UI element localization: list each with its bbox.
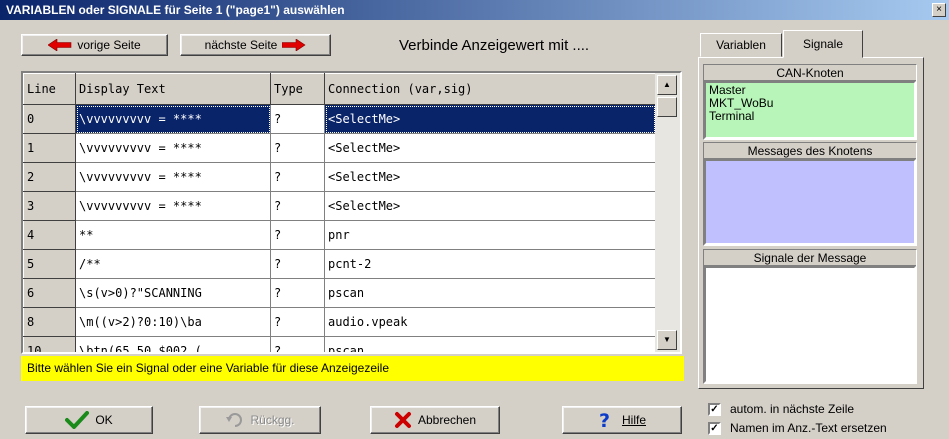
row-line-number[interactable]: 10	[23, 336, 76, 352]
cancel-button[interactable]: Abbrechen	[370, 406, 500, 434]
row-type[interactable]: ?	[270, 249, 325, 279]
row-type[interactable]: ?	[270, 307, 325, 337]
row-type[interactable]: ?	[270, 191, 325, 221]
column-header-type[interactable]: Type	[270, 73, 325, 105]
column-header-connection[interactable]: Connection (var,sig)	[324, 73, 656, 105]
next-page-label: nächste Seite	[204, 38, 278, 52]
arrow-right-icon	[282, 39, 306, 51]
row-connection[interactable]: <SelectMe>	[324, 162, 656, 192]
row-connection[interactable]: <SelectMe>	[324, 104, 656, 134]
undo-icon	[226, 413, 243, 427]
help-button[interactable]: ? Hilfe	[562, 406, 682, 434]
ok-button[interactable]: OK	[25, 406, 153, 434]
scroll-down-icon[interactable]: ▼	[657, 330, 677, 350]
replace-names-label: Namen im Anz.-Text ersetzen	[730, 421, 887, 435]
row-type[interactable]: ?	[270, 336, 325, 352]
checkmark-icon	[65, 411, 90, 429]
row-display-text[interactable]: \btn(65,50,$002,(	[75, 336, 271, 352]
message-signals-list[interactable]	[704, 266, 916, 383]
row-type[interactable]: ?	[270, 220, 325, 250]
undo-label: Rückgg.	[250, 413, 295, 427]
table-row[interactable]: 8 \m((v>2)?0:10)\ba ? audio.vpeak	[23, 307, 656, 337]
scroll-thumb[interactable]	[657, 97, 677, 117]
row-line-number[interactable]: 0	[23, 104, 76, 134]
question-mark-icon: ?	[599, 410, 610, 430]
row-display-text[interactable]: \vvvvvvvvv = ****	[75, 162, 271, 192]
row-line-number[interactable]: 2	[23, 162, 76, 192]
row-display-text[interactable]: \vvvvvvvvv = ****	[75, 133, 271, 163]
row-line-number[interactable]: 3	[23, 191, 76, 221]
auto-next-line-checkbox[interactable]: ✓	[708, 402, 721, 416]
row-display-text[interactable]: **	[75, 220, 271, 250]
row-connection[interactable]: <SelectMe>	[324, 133, 656, 163]
close-icon[interactable]: ×	[932, 3, 946, 17]
row-type[interactable]: ?	[270, 162, 325, 192]
line-grid[interactable]: Line Display Text Type Connection (var,s…	[21, 71, 682, 354]
cancel-x-icon	[394, 412, 411, 428]
node-messages-group: Messages des Knotens	[703, 142, 917, 246]
table-row[interactable]: 3 \vvvvvvvvv = **** ? <SelectMe>	[23, 191, 656, 221]
row-connection[interactable]: pscan	[324, 336, 656, 352]
list-item[interactable]: Terminal	[709, 110, 914, 123]
can-nodes-list[interactable]: Master MKT_WoBu Terminal	[704, 81, 916, 139]
node-messages-title: Messages des Knotens	[704, 143, 916, 159]
next-page-button[interactable]: nächste Seite	[180, 34, 331, 56]
cancel-label: Abbrechen	[417, 413, 477, 427]
row-display-text[interactable]: \vvvvvvvvv = ****	[75, 104, 271, 134]
row-line-number[interactable]: 5	[23, 249, 76, 279]
can-nodes-group: CAN-Knoten Master MKT_WoBu Terminal	[703, 64, 917, 140]
row-display-text[interactable]: \m((v>2)?0:10)\ba	[75, 307, 271, 337]
row-line-number[interactable]: 6	[23, 278, 76, 308]
row-connection[interactable]: pcnt-2	[324, 249, 656, 279]
table-row[interactable]: 4 ** ? pnr	[23, 220, 656, 250]
replace-names-option[interactable]: ✓ Namen im Anz.-Text ersetzen	[708, 421, 887, 435]
window-title: VARIABLEN oder SIGNALE für Seite 1 ("pag…	[6, 3, 345, 17]
tab-variablen[interactable]: Variablen	[700, 33, 782, 57]
table-row[interactable]: 6 \s(v>0)?"SCANNING ? pscan	[23, 278, 656, 308]
row-connection[interactable]: <SelectMe>	[324, 191, 656, 221]
previous-page-label: vorige Seite	[77, 38, 141, 52]
row-type[interactable]: ?	[270, 278, 325, 308]
node-messages-list[interactable]	[704, 159, 916, 245]
table-row[interactable]: 1 \vvvvvvvvv = **** ? <SelectMe>	[23, 133, 656, 163]
row-line-number[interactable]: 8	[23, 307, 76, 337]
row-connection[interactable]: pnr	[324, 220, 656, 250]
column-header-line[interactable]: Line	[23, 73, 76, 105]
table-header-row: Line Display Text Type Connection (var,s…	[23, 73, 656, 105]
arrow-left-icon	[48, 39, 72, 51]
replace-names-checkbox[interactable]: ✓	[708, 421, 721, 435]
row-display-text[interactable]: \s(v>0)?"SCANNING	[75, 278, 271, 308]
auto-next-line-option[interactable]: ✓ autom. in nächste Zeile	[708, 402, 854, 416]
row-connection[interactable]: audio.vpeak	[324, 307, 656, 337]
column-header-display-text[interactable]: Display Text	[75, 73, 271, 105]
table-row[interactable]: 2 \vvvvvvvvv = **** ? <SelectMe>	[23, 162, 656, 192]
previous-page-button[interactable]: vorige Seite	[21, 34, 168, 56]
message-signals-group: Signale der Message	[703, 249, 917, 384]
auto-next-line-label: autom. in nächste Zeile	[730, 402, 855, 416]
line-table: Line Display Text Type Connection (var,s…	[23, 73, 656, 352]
table-row[interactable]: 0 \vvvvvvvvv = **** ? <SelectMe>	[23, 104, 656, 134]
row-connection[interactable]: pscan	[324, 278, 656, 308]
tab-signale[interactable]: Signale	[783, 30, 863, 58]
ok-label: OK	[95, 413, 113, 427]
svg-text:?: ?	[599, 410, 610, 430]
message-signals-title: Signale der Message	[704, 250, 916, 266]
can-nodes-title: CAN-Knoten	[704, 65, 916, 81]
row-display-text[interactable]: /**	[75, 249, 271, 279]
table-row[interactable]: 5 /** ? pcnt-2	[23, 249, 656, 279]
status-hint: Bitte wählen Sie ein Signal oder eine Va…	[21, 356, 684, 381]
row-display-text[interactable]: \vvvvvvvvv = ****	[75, 191, 271, 221]
row-type[interactable]: ?	[270, 133, 325, 163]
row-line-number[interactable]: 4	[23, 220, 76, 250]
scroll-up-icon[interactable]: ▲	[657, 75, 677, 95]
row-line-number[interactable]: 1	[23, 133, 76, 163]
table-row[interactable]: 10 \btn(65,50,$002,( ? pscan	[23, 336, 656, 352]
grid-vertical-scrollbar[interactable]: ▲ ▼	[655, 73, 680, 352]
row-type[interactable]: ?	[270, 104, 325, 134]
help-label: Hilfe	[621, 413, 646, 427]
undo-button[interactable]: Rückgg.	[199, 406, 321, 434]
connect-caption: Verbinde Anzeigewert mit ....	[399, 37, 590, 54]
window-title-bar: VARIABLEN oder SIGNALE für Seite 1 ("pag…	[0, 0, 949, 20]
